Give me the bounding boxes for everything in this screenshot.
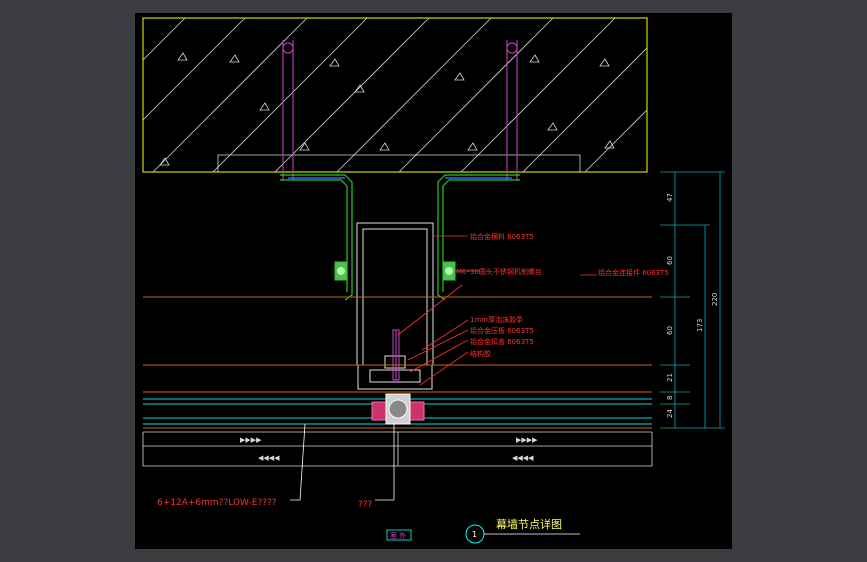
title-text: 幕墙节点详图 [496,517,562,531]
glass-arrow-lower-left: ◀◀◀◀ [258,454,280,462]
title-block: 1 幕墙节点详图 [465,517,580,544]
glass-section-bands [142,431,653,467]
curtain-wall-node-detail: ▶▶▶▶ ▶▶▶▶ ◀◀◀◀ ◀◀◀◀ 铝合金横料 6063T5 M6*30圆头… [142,17,725,544]
label-transom: 铝合金横料 6063T5 [470,232,534,241]
dim-173: 173 [696,319,704,332]
dimension-texts: 47 60 60 21 8 24 173 220 [666,193,719,418]
mullion-bolt [392,329,400,381]
label-cap: 铝合金扣盖 6063T5 [470,337,534,346]
glass-spec-label: 6+12A+6mm??LOW-E???? [157,498,277,508]
bolt-heads [334,261,456,281]
anchor-bolts [282,40,518,180]
concrete-slab [142,17,648,173]
aluminum-mullion [356,222,434,390]
glass-arrow-upper-left: ▶▶▶▶ [240,436,262,444]
label-foam-strip: 1mm厚泡沫胶条 [470,315,523,324]
leader-lines [397,235,597,386]
glass-arrow-upper-right: ▶▶▶▶ [516,436,538,444]
dim-47: 47 [666,193,674,202]
label-structural-sealant: 结构胶 [470,349,491,358]
outside-tag: 室 外 [386,529,412,541]
dim-60b: 60 [666,326,674,335]
dim-24: 24 [666,409,674,418]
dim-220: 220 [711,293,719,306]
glass-arrow-lower-right: ◀◀◀◀ [512,454,534,462]
sealant-label: ??? [358,500,373,510]
label-pressure-plate: 铝合金压板 6063T5 [470,326,534,335]
dim-8: 8 [666,396,674,400]
label-connector: 铝合金连接件 6063T5 [598,268,669,277]
dim-21: 21 [666,373,674,382]
title-number: 1 [472,530,477,539]
component-labels: 铝合金横料 6063T5 M6*30圆头不锈钢机制螺丝 铝合金连接件 6063T… [456,232,669,358]
outside-label: 室 外 [390,531,406,540]
label-screw: M6*30圆头不锈钢机制螺丝 [456,267,542,276]
dim-60a: 60 [666,256,674,265]
